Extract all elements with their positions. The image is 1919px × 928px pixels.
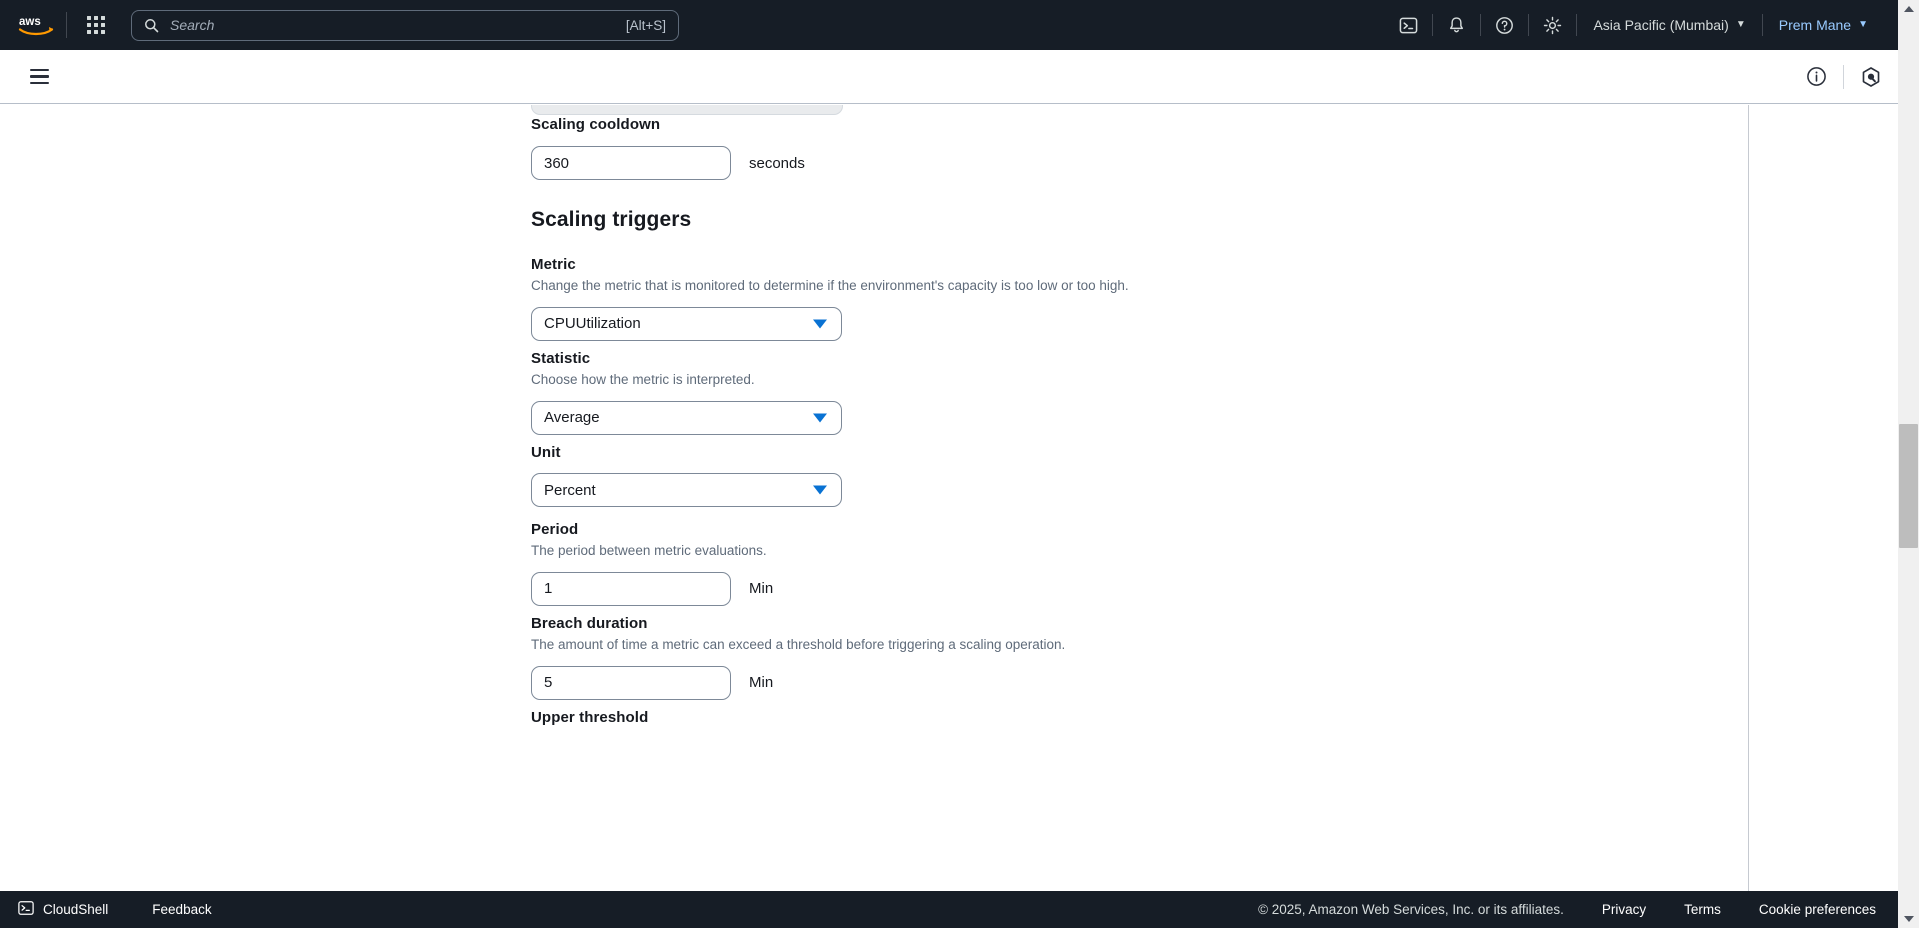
- footer-bar: CloudShell Feedback © 2025, Amazon Web S…: [0, 891, 1898, 928]
- footer-left-group: CloudShell Feedback: [0, 900, 212, 919]
- search-icon: [144, 18, 159, 33]
- terms-link[interactable]: Terms: [1684, 902, 1721, 917]
- chevron-down-icon: [813, 413, 827, 423]
- field-unit: Unit Percent: [531, 444, 1631, 507]
- page-body: Scaling cooldown seconds Scaling trigger…: [0, 105, 1898, 923]
- scroll-down-arrow-icon[interactable]: [1898, 910, 1919, 928]
- period-input[interactable]: [531, 571, 731, 606]
- breach-duration-description: The amount of time a metric can exceed a…: [531, 637, 1066, 652]
- app-launcher-icon[interactable]: [79, 8, 113, 42]
- svg-text:aws: aws: [19, 16, 41, 28]
- cloudshell-icon: [18, 900, 34, 919]
- field-breach-duration: Breach duration The amount of time a met…: [531, 615, 1631, 700]
- period-label: Period: [531, 521, 579, 538]
- scaling-cooldown-unit: seconds: [749, 154, 805, 172]
- scroll-up-arrow-icon[interactable]: [1898, 0, 1919, 18]
- feedback-link[interactable]: Feedback: [152, 902, 211, 917]
- cloudshell-button[interactable]: CloudShell: [18, 900, 108, 919]
- field-scaling-cooldown: Scaling cooldown seconds: [531, 116, 805, 180]
- account-label: Prem Mane: [1778, 17, 1852, 33]
- scaling-cooldown-label: Scaling cooldown: [531, 116, 661, 133]
- page-scrollbar[interactable]: [1898, 0, 1919, 928]
- search-input[interactable]: [168, 16, 626, 34]
- metric-select-value: CPUUtilization: [544, 315, 641, 333]
- left-gutter: [0, 105, 531, 923]
- info-circle-icon[interactable]: [1789, 50, 1843, 104]
- cloudshell-label: CloudShell: [43, 902, 109, 917]
- period-unit: Min: [749, 580, 774, 598]
- copyright-text: © 2025, Amazon Web Services, Inc. or its…: [1258, 902, 1564, 917]
- top-navigation-bar: aws [Alt+S]: [0, 0, 1898, 50]
- aws-logo[interactable]: aws: [16, 10, 60, 40]
- field-period: Period The period between metric evaluat…: [531, 521, 1631, 606]
- unit-select-value: Percent: [544, 481, 596, 499]
- region-selector[interactable]: Asia Pacific (Mumbai) ▼: [1577, 0, 1761, 50]
- statistic-description: Choose how the metric is interpreted.: [531, 372, 755, 387]
- form-content-column: Scaling cooldown seconds Scaling trigger…: [531, 105, 1749, 923]
- hamburger-menu-icon[interactable]: [22, 60, 56, 94]
- region-label: Asia Pacific (Mumbai): [1593, 17, 1729, 33]
- search-shortcut-hint: [Alt+S]: [625, 17, 666, 33]
- unit-label: Unit: [531, 444, 561, 461]
- statistic-label: Statistic: [531, 350, 591, 367]
- statistic-select[interactable]: Average: [531, 400, 842, 435]
- service-navigation-bar: [0, 50, 1898, 104]
- account-menu[interactable]: Prem Mane ▼: [1763, 0, 1884, 50]
- breach-duration-label: Breach duration: [531, 615, 648, 632]
- global-search-box[interactable]: [Alt+S]: [131, 9, 679, 41]
- gear-icon[interactable]: [1529, 0, 1576, 50]
- service-bar-right-group: [1789, 50, 1898, 104]
- field-metric: Metric Change the metric that is monitor…: [531, 256, 1631, 341]
- section-title-scaling-triggers: Scaling triggers: [531, 208, 692, 231]
- period-description: The period between metric evaluations.: [531, 543, 767, 558]
- right-panel: [1749, 105, 1898, 923]
- metric-label: Metric: [531, 256, 576, 273]
- chevron-down-icon: [813, 485, 827, 495]
- statistic-select-value: Average: [544, 409, 600, 427]
- amazon-q-icon[interactable]: [1844, 50, 1898, 104]
- nav-divider: [66, 12, 67, 38]
- chevron-down-icon: ▼: [1858, 19, 1868, 30]
- privacy-link[interactable]: Privacy: [1602, 902, 1646, 917]
- top-nav-right-group: Asia Pacific (Mumbai) ▼ Prem Mane ▼: [1385, 0, 1898, 50]
- bell-icon[interactable]: [1433, 0, 1480, 50]
- metric-select[interactable]: CPUUtilization: [531, 306, 842, 341]
- breach-duration-unit: Min: [749, 674, 774, 692]
- scaling-cooldown-input[interactable]: [531, 146, 731, 180]
- cookie-preferences-link[interactable]: Cookie preferences: [1759, 902, 1876, 917]
- upper-threshold-label: Upper threshold: [531, 709, 649, 726]
- cloudshell-icon[interactable]: [1385, 0, 1432, 50]
- scrollbar-thumb[interactable]: [1899, 424, 1918, 548]
- breach-duration-input[interactable]: [531, 665, 731, 700]
- metric-description: Change the metric that is monitored to d…: [531, 278, 1129, 293]
- field-statistic: Statistic Choose how the metric is inter…: [531, 350, 1631, 435]
- clipped-select-above-fold[interactable]: [531, 105, 843, 115]
- unit-select[interactable]: Percent: [531, 473, 842, 507]
- question-circle-icon[interactable]: [1481, 0, 1528, 50]
- chevron-down-icon: [813, 319, 827, 329]
- chevron-down-icon: ▼: [1735, 19, 1746, 30]
- footer-right-group: © 2025, Amazon Web Services, Inc. or its…: [1258, 902, 1898, 917]
